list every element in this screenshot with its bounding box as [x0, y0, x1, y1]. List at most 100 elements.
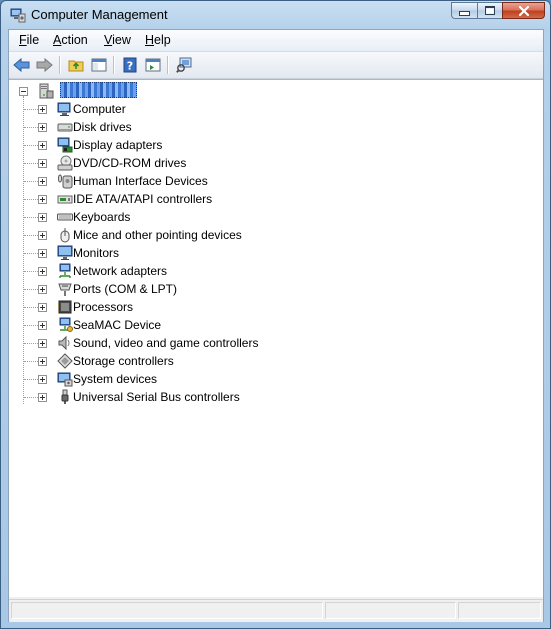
expand-toggle[interactable] [38, 393, 47, 402]
tree-node[interactable]: Ports (COM & LPT) [9, 280, 539, 298]
properties-button[interactable] [142, 55, 164, 75]
tree-node-label[interactable]: Monitors [73, 246, 119, 260]
minimize-button[interactable] [451, 2, 477, 19]
menu-view[interactable]: View [104, 33, 131, 47]
tree-node[interactable]: IDE ATA/ATAPI controllers [9, 190, 539, 208]
close-button[interactable] [502, 2, 545, 19]
tree-node-label[interactable]: IDE ATA/ATAPI controllers [73, 192, 212, 206]
tree-node[interactable]: Storage controllers [9, 352, 539, 370]
menu-help[interactable]: Help [145, 33, 171, 47]
tree-guide-line [24, 163, 38, 165]
tree-guide-line [24, 307, 38, 309]
svg-text:?: ? [127, 60, 133, 73]
scan-hardware-button[interactable] [173, 55, 195, 75]
expand-toggle[interactable] [38, 321, 47, 330]
client-area: File Action View Help ? Computer Disk dr… [8, 29, 544, 622]
tree-guide-line [24, 217, 38, 219]
expand-toggle[interactable] [38, 105, 47, 114]
tree-node-label[interactable]: Mice and other pointing devices [73, 228, 242, 242]
expand-toggle[interactable] [38, 123, 47, 132]
expand-toggle[interactable] [38, 285, 47, 294]
storage-controller-icon [57, 353, 73, 369]
tree-guide-line [24, 181, 38, 183]
expand-toggle[interactable] [38, 249, 47, 258]
tree-guide-line [24, 235, 38, 237]
menu-file[interactable]: File [19, 33, 39, 47]
tree-node[interactable]: Display adapters [9, 136, 539, 154]
expand-toggle[interactable] [38, 375, 47, 384]
tree-guide-line [24, 325, 38, 327]
tree-guide-line [24, 199, 38, 201]
expand-toggle[interactable] [38, 267, 47, 276]
tree-node-label[interactable]: Computer [73, 102, 126, 116]
expand-toggle[interactable] [38, 339, 47, 348]
tree-node-label[interactable]: Keyboards [73, 210, 130, 224]
disk-drive-icon [57, 123, 73, 132]
dvd-drive-icon [57, 155, 73, 171]
usb-icon [61, 389, 69, 404]
tree-guide-line [24, 379, 38, 381]
expand-toggle[interactable] [38, 177, 47, 186]
root-collapse-toggle[interactable] [19, 87, 28, 96]
expand-toggle[interactable] [38, 231, 47, 240]
expand-toggle[interactable] [38, 195, 47, 204]
processor-icon [58, 300, 72, 314]
back-button[interactable] [11, 55, 33, 75]
help-button[interactable]: ? [119, 55, 141, 75]
network-adapter-icon [59, 263, 71, 278]
status-cell-right [458, 602, 541, 619]
expand-toggle[interactable] [38, 357, 47, 366]
tree-node-label[interactable]: SeaMAC Device [73, 318, 161, 332]
tree-node[interactable]: DVD/CD-ROM drives [9, 154, 539, 172]
display-adapter-icon [57, 137, 73, 153]
title-bar[interactable]: Computer Management [1, 1, 550, 29]
tree-node-label[interactable]: Processors [73, 300, 133, 314]
computer-name-label[interactable] [60, 82, 137, 98]
tree-node[interactable]: Processors [9, 298, 539, 316]
tree-node-label[interactable]: Disk drives [73, 120, 132, 134]
expand-toggle[interactable] [38, 159, 47, 168]
seamac-device-icon [59, 317, 73, 332]
up-folder-icon [68, 60, 84, 72]
status-cell-middle [325, 602, 456, 619]
tree-node[interactable]: Computer [9, 100, 539, 118]
computer-management-window: Computer Management File Action View Hel… [0, 0, 551, 629]
window-title: Computer Management [31, 7, 168, 22]
toolbar: ? [9, 52, 543, 79]
tree-node-label[interactable]: Human Interface Devices [73, 174, 208, 188]
tree-node[interactable]: SeaMAC Device [9, 316, 539, 334]
expand-toggle[interactable] [38, 141, 47, 150]
tree-node[interactable]: Sound, video and game controllers [9, 334, 539, 352]
show-hide-tree-button[interactable] [88, 55, 110, 75]
tree-node[interactable]: Network adapters [9, 262, 539, 280]
tree-node[interactable]: Mice and other pointing devices [9, 226, 539, 244]
tree-node-label[interactable]: Network adapters [73, 264, 167, 278]
up-folder-button[interactable] [65, 55, 87, 75]
tree-node-label[interactable]: Sound, video and game controllers [73, 336, 258, 350]
back-icon [13, 57, 30, 73]
tree-node-label[interactable]: Storage controllers [73, 354, 174, 368]
tree-node[interactable]: Monitors [9, 244, 539, 262]
tree-node-label[interactable]: System devices [73, 372, 157, 386]
expand-toggle[interactable] [38, 213, 47, 222]
forward-button[interactable] [33, 55, 55, 75]
tree-node[interactable]: Human Interface Devices [9, 172, 539, 190]
maximize-button[interactable] [477, 2, 502, 19]
tree-node[interactable]: Keyboards [9, 208, 539, 226]
caption-buttons [451, 2, 545, 20]
tree-node[interactable]: Universal Serial Bus controllers [9, 388, 539, 406]
menu-action[interactable]: Action [53, 33, 88, 47]
tree-guide-line [24, 253, 38, 255]
tree-node-label[interactable]: DVD/CD-ROM drives [73, 156, 186, 170]
scan-hardware-icon [176, 57, 192, 73]
computer-icon [57, 102, 71, 116]
tree-node-label[interactable]: Ports (COM & LPT) [73, 282, 177, 296]
tree-node-label[interactable]: Universal Serial Bus controllers [73, 390, 240, 404]
toolbar-separator [167, 56, 169, 74]
tree-node[interactable]: Disk drives [9, 118, 539, 136]
forward-icon [36, 57, 53, 73]
tree-node[interactable]: System devices [9, 370, 539, 388]
tree-node-label[interactable]: Display adapters [73, 138, 162, 152]
device-tree[interactable]: Computer Disk drives Display adapters DVD/C… [9, 79, 543, 597]
expand-toggle[interactable] [38, 303, 47, 312]
